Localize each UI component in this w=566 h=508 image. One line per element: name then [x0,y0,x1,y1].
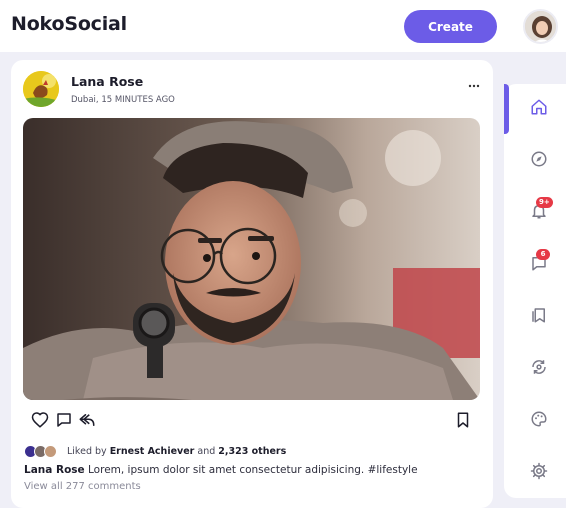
nav-analytics[interactable] [504,347,566,387]
refresh-icon [532,360,546,374]
compass-icon [531,151,547,167]
nav-messages[interactable]: 6 [504,243,566,283]
home-icon [531,99,547,115]
nav-home[interactable] [504,87,566,127]
liked-by-text: Liked by Ernest Achiever and 2,323 other… [67,446,286,457]
likers-avatars[interactable] [24,445,62,459]
more-options-icon[interactable] [467,78,481,92]
post-caption: Lana Rose Lorem, ipsum dolor sit amet co… [24,464,418,476]
bookmark-icon[interactable] [454,411,472,429]
caption-text: Lorem, ipsum dolor sit amet consectetur … [88,464,365,476]
author-avatar[interactable] [23,71,59,107]
view-comments-link[interactable]: View all 277 comments [24,481,141,492]
post-timestamp: 15 MINUTES AGO [101,95,175,105]
nav-theme[interactable] [504,399,566,439]
liker-avatar [44,445,57,458]
liked-by-joiner: and [197,446,216,457]
profile-avatar[interactable] [523,9,558,44]
liked-by-user[interactable]: Ernest Achiever [110,446,195,457]
notifications-badge: 9+ [536,197,553,208]
right-sidebar: 9+ 6 [504,84,566,498]
caption-author[interactable]: Lana Rose [24,464,85,476]
nav-bookmarks[interactable] [504,295,566,335]
messages-badge: 6 [536,249,550,260]
comment-icon[interactable] [55,411,73,429]
post-image[interactable] [23,118,480,400]
caption-hashtag[interactable]: #lifestyle [368,464,418,476]
post-author-name[interactable]: Lana Rose [71,74,143,89]
nav-settings[interactable] [504,451,566,491]
liked-by-others[interactable]: 2,323 others [218,446,286,457]
share-reply-icon[interactable] [78,411,96,429]
nav-explore[interactable] [504,139,566,179]
like-heart-icon[interactable] [31,411,49,429]
liked-by-prefix: Liked by [67,446,107,457]
bookmarks-icon [532,308,545,323]
gear-icon [530,462,548,480]
create-button[interactable]: Create [404,10,497,43]
app-logo[interactable]: NokoSocial [11,13,127,35]
post-card: Lana Rose Dubai, 15 MINUTES AGO Liked by… [11,60,493,508]
post-meta: Dubai, 15 MINUTES AGO [71,95,175,105]
palette-icon [531,411,547,427]
top-navbar: NokoSocial Create [0,0,566,52]
post-location: Dubai [71,95,96,105]
nav-notifications[interactable]: 9+ [504,191,566,231]
